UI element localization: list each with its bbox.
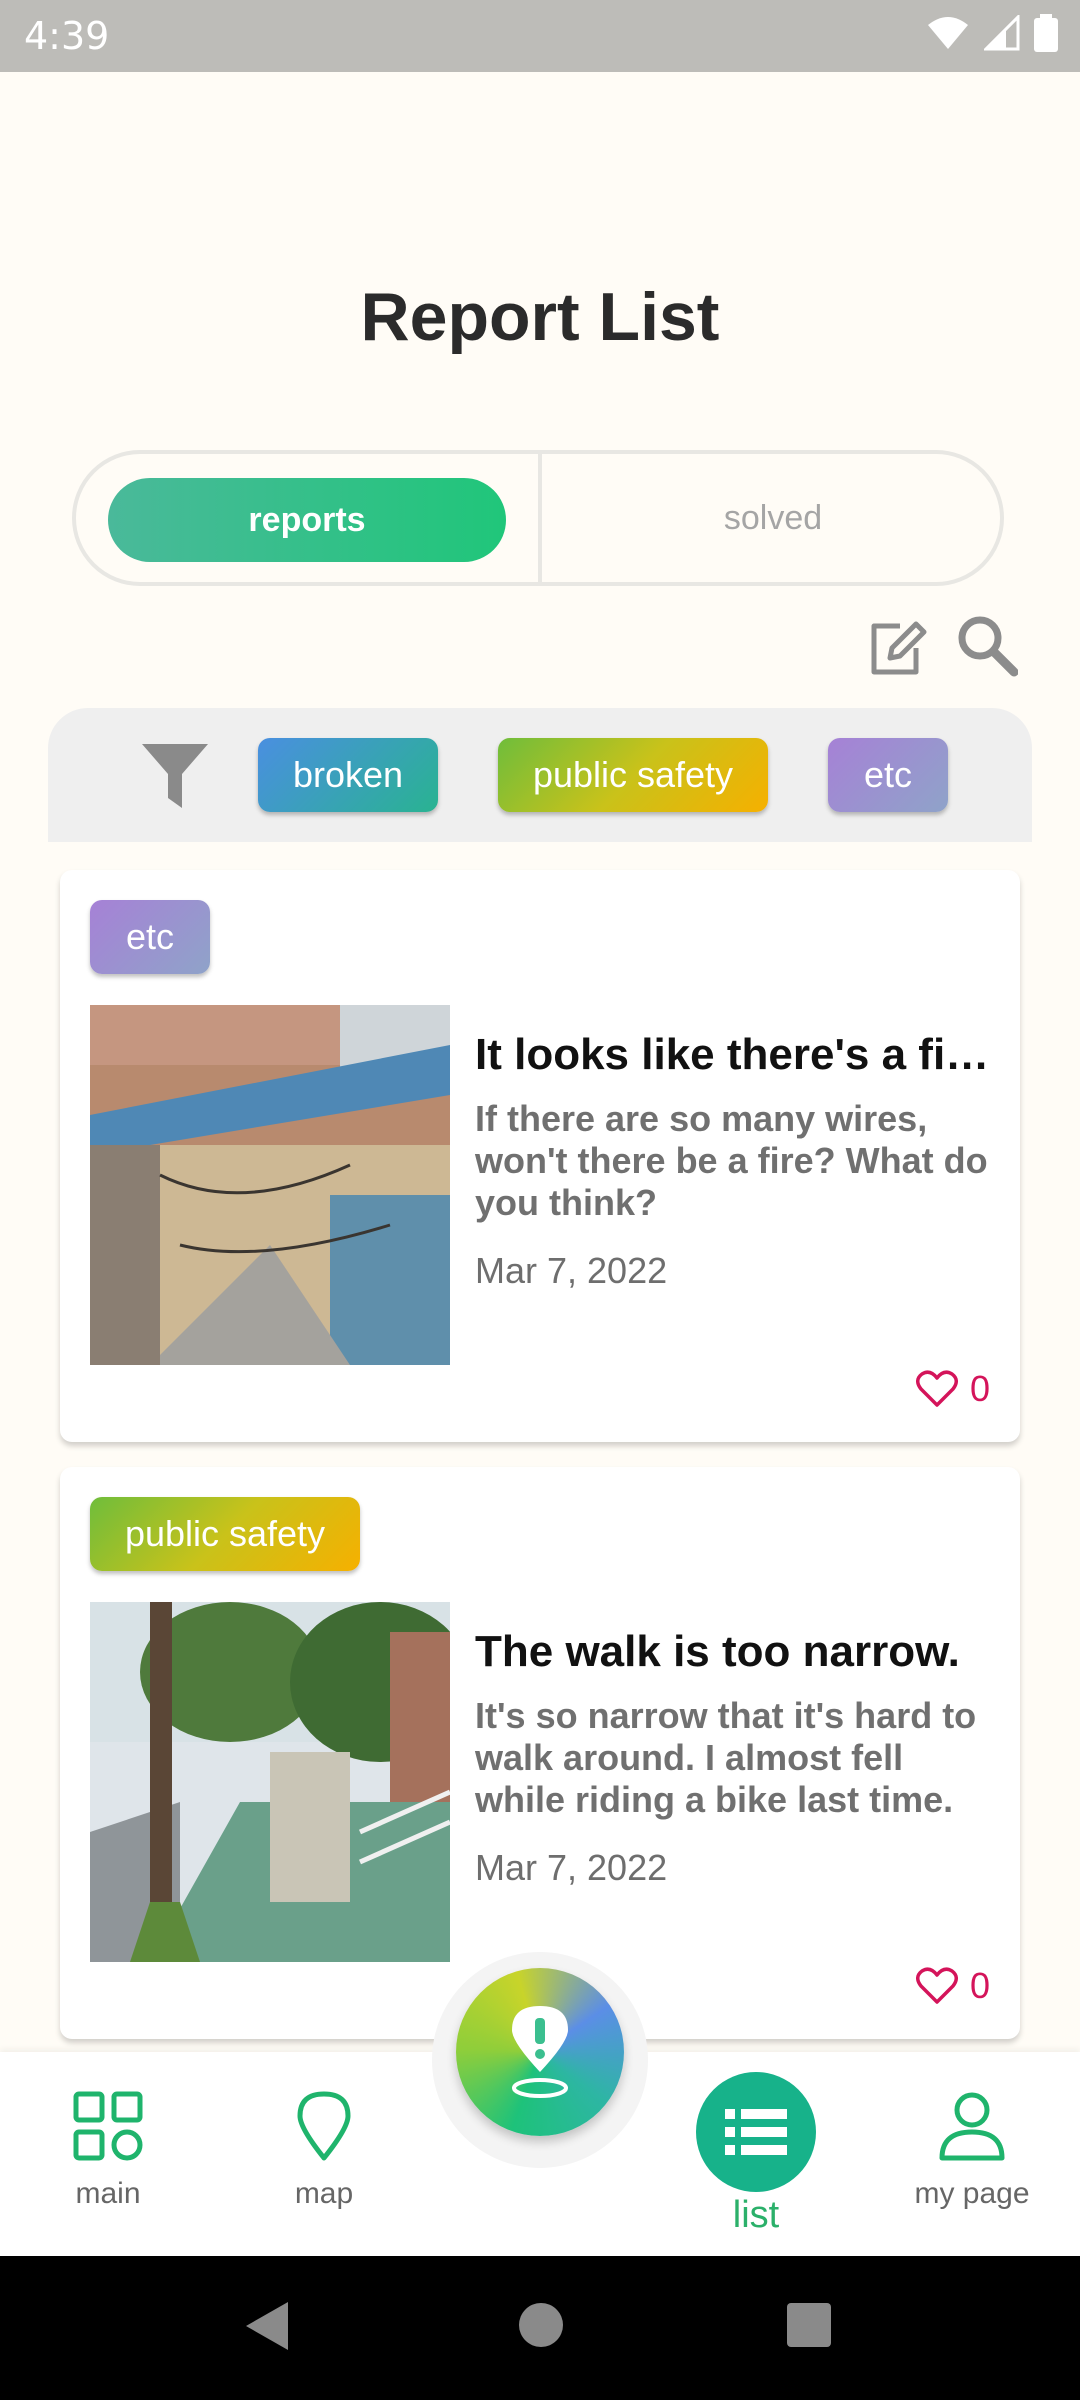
heart-icon (915, 1370, 958, 1407)
nav-my-page[interactable]: my page (872, 2090, 1072, 2211)
search-icon[interactable] (956, 614, 1018, 678)
page-title: Report List (360, 279, 720, 355)
tab-solved[interactable]: solved (542, 454, 1004, 582)
filter-chip-public-safety[interactable]: public safety (498, 738, 768, 812)
nav-my-page-label: my page (914, 2177, 1030, 2210)
nav-map-label: map (294, 2177, 354, 2210)
report-photo (90, 1602, 450, 1962)
report-title: It looks like there's a fi… (475, 1030, 990, 1079)
nav-main[interactable]: main (8, 2090, 208, 2211)
heart-icon (915, 1967, 958, 2004)
report-tag: public safety (90, 1497, 360, 1571)
filter-bar: broken public safety etc (48, 708, 1032, 842)
map-pin-icon (297, 2091, 351, 2161)
status-bar: 4:39 (0, 0, 1080, 72)
recents-icon[interactable] (786, 2302, 832, 2348)
back-icon[interactable] (244, 2300, 290, 2352)
filter-icon[interactable] (138, 738, 212, 812)
status-icons (926, 14, 1058, 52)
report-date: Mar 7, 2022 (475, 1250, 668, 1291)
grid-icon (73, 2091, 143, 2161)
nav-list-active-indicator (696, 2072, 816, 2192)
report-status-toggle: reports solved (72, 450, 1004, 586)
signal-icon (984, 15, 1020, 51)
report-card[interactable]: etc It looks like there's a fi… If there… (60, 870, 1020, 1442)
home-icon[interactable] (518, 2302, 564, 2348)
report-description: If there are so many wires, won't there … (475, 1098, 988, 1223)
like-count: 0 (969, 1965, 990, 2006)
nav-map[interactable]: map (224, 2090, 424, 2211)
filter-chip-etc[interactable]: etc (828, 738, 948, 812)
nav-list-label: list (732, 2194, 780, 2236)
filter-chip-broken[interactable]: broken (258, 738, 438, 812)
tab-reports[interactable]: reports (108, 478, 506, 562)
like-count: 0 (969, 1368, 990, 1409)
alert-pin-icon (512, 2006, 568, 2098)
report-tag: etc (90, 900, 210, 974)
edit-icon[interactable] (866, 618, 928, 680)
user-icon (939, 2092, 1005, 2161)
report-description: It's so narrow that it's hard to walk ar… (475, 1695, 977, 1820)
new-report-fab[interactable] (456, 1968, 624, 2136)
nav-main-label: main (75, 2177, 141, 2210)
status-time: 4:39 (24, 14, 110, 58)
report-photo (90, 1005, 450, 1365)
report-date: Mar 7, 2022 (475, 1847, 668, 1888)
list-icon (725, 2109, 787, 2155)
nav-list[interactable]: list (656, 2072, 856, 2237)
wifi-icon (928, 17, 968, 49)
report-title: The walk is too narrow. (475, 1627, 960, 1676)
like-button[interactable]: 0 (915, 1368, 990, 1410)
system-nav-bar (0, 2256, 1080, 2400)
battery-icon (1034, 14, 1058, 52)
like-button[interactable]: 0 (915, 1965, 990, 2007)
